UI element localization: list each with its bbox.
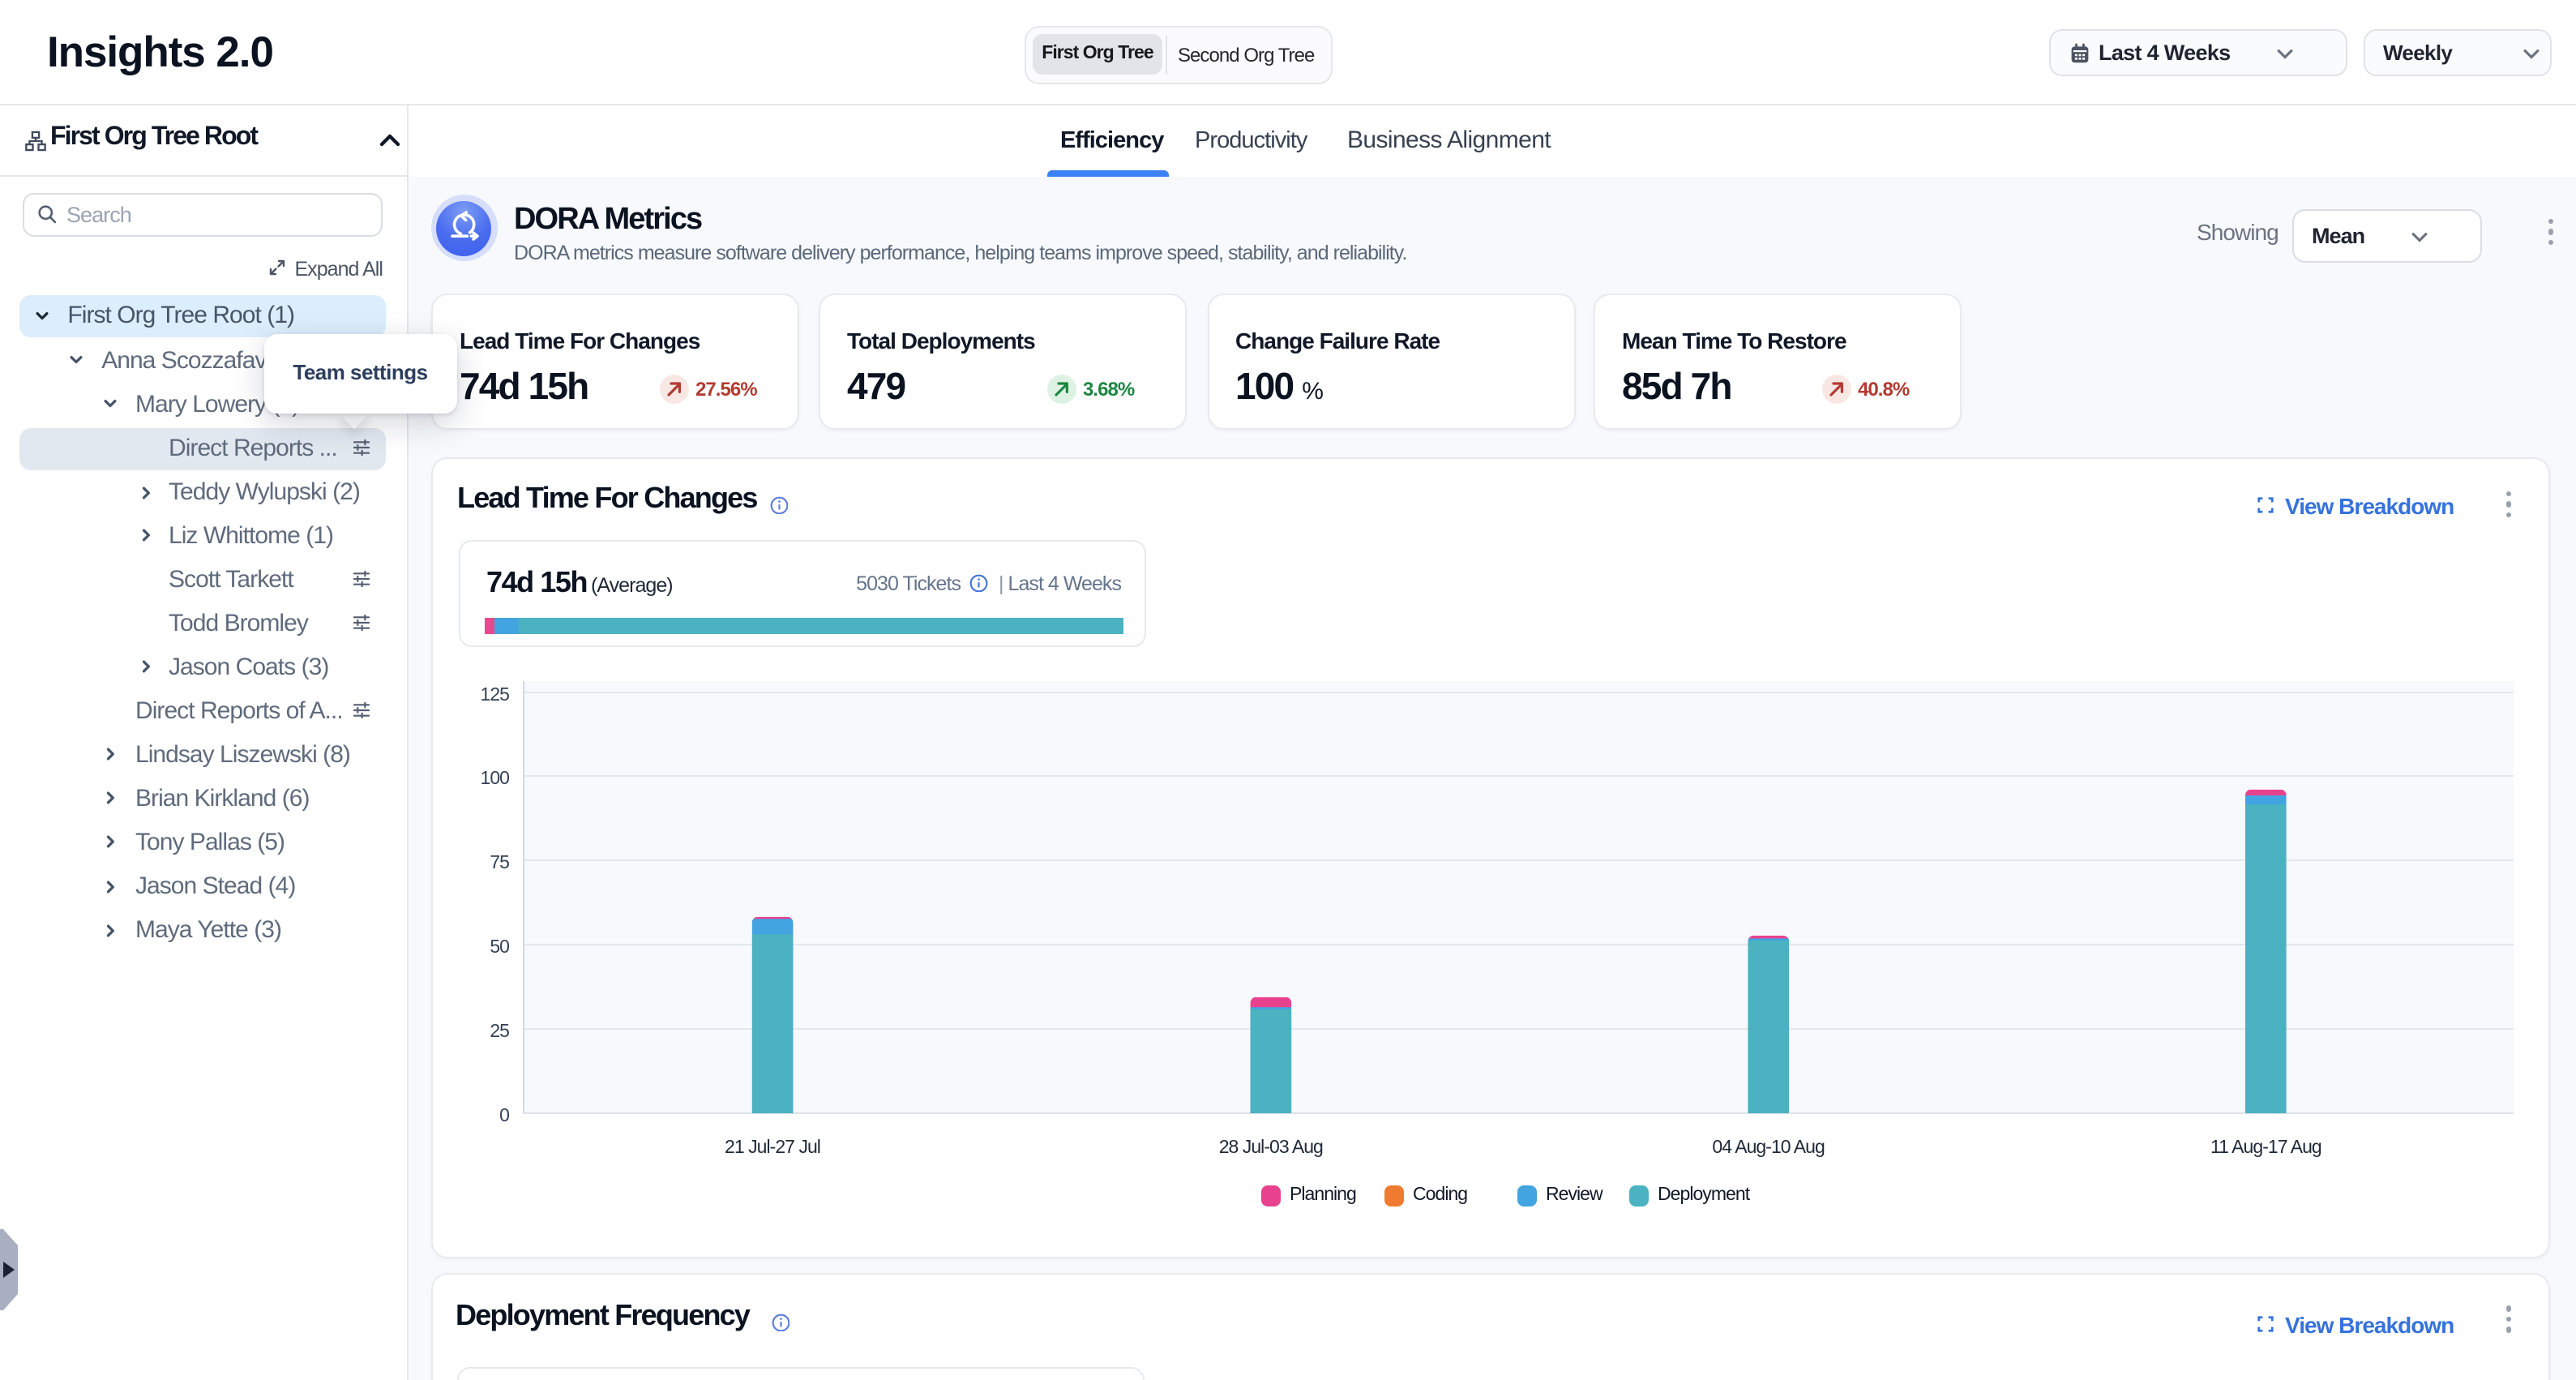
svg-text:04 Aug-10 Aug: 04 Aug-10 Aug: [1711, 1135, 1824, 1156]
svg-text:75: 75: [489, 851, 508, 872]
svg-text:0: 0: [499, 1104, 508, 1125]
svg-text:25: 25: [489, 1019, 508, 1040]
svg-text:11 Aug-17 Aug: 11 Aug-17 Aug: [2210, 1135, 2321, 1156]
svg-text:100: 100: [480, 766, 509, 787]
svg-text:21 Jul-27 Jul: 21 Jul-27 Jul: [724, 1135, 819, 1156]
svg-text:50: 50: [489, 935, 508, 956]
svg-text:28 Jul-03 Aug: 28 Jul-03 Aug: [1218, 1135, 1322, 1156]
svg-text:125: 125: [480, 683, 509, 704]
